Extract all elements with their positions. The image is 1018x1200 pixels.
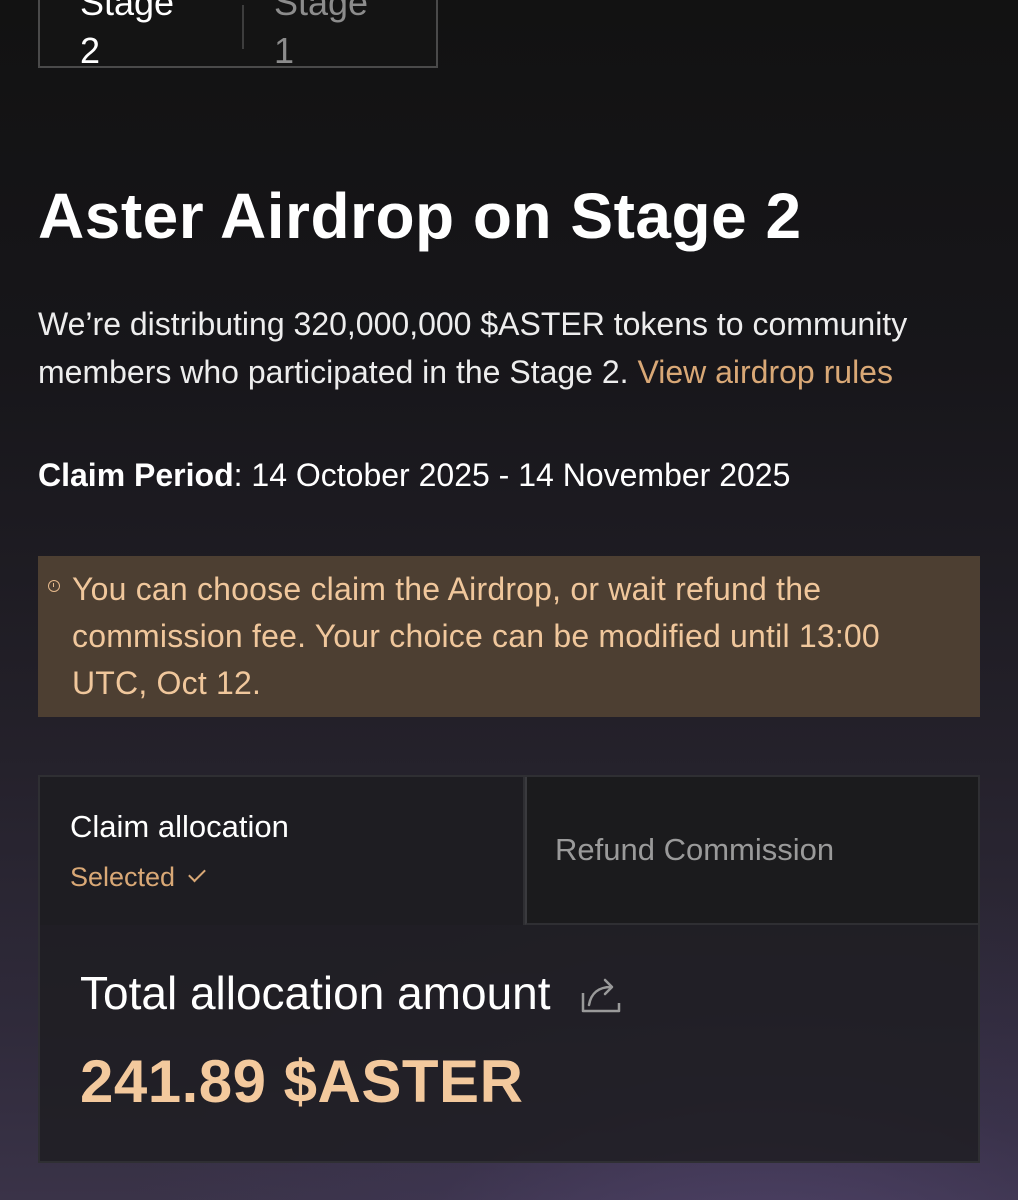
notice-text: You can choose claim the Airdrop, or wai… bbox=[72, 571, 880, 701]
selected-status: Selected bbox=[70, 859, 493, 895]
claim-period: Claim Period: 14 October 2025 - 14 Novem… bbox=[38, 452, 790, 498]
claim-allocation-option[interactable]: Claim allocation Selected bbox=[40, 777, 525, 925]
allocation-label: Total allocation amount bbox=[80, 967, 551, 1019]
allocation-area: Total allocation amount 241.89 $ASTER bbox=[40, 925, 978, 1117]
allocation-label-row: Total allocation amount bbox=[80, 965, 938, 1021]
stage-tabs: Stage 2 Stage 1 bbox=[38, 0, 438, 71]
claim-allocation-title: Claim allocation bbox=[70, 809, 289, 844]
page-title: Aster Airdrop on Stage 2 bbox=[38, 180, 802, 252]
claim-period-value: : 14 October 2025 - 14 November 2025 bbox=[233, 457, 791, 493]
notice-banner: You can choose claim the Airdrop, or wai… bbox=[38, 556, 980, 717]
selected-label: Selected bbox=[70, 862, 176, 892]
airdrop-description: We’re distributing 320,000,000 $ASTER to… bbox=[38, 300, 988, 396]
allocation-card: Claim allocation Selected Refund Commiss… bbox=[38, 775, 980, 1163]
refund-commission-option[interactable]: Refund Commission bbox=[525, 777, 978, 925]
tab-stage-1[interactable]: Stage 1 bbox=[244, 0, 436, 75]
share-icon[interactable] bbox=[579, 971, 623, 1015]
refund-commission-title: Refund Commission bbox=[555, 832, 835, 867]
check-icon bbox=[188, 864, 206, 882]
info-icon bbox=[48, 580, 60, 592]
allocation-amount: 241.89 $ASTER bbox=[80, 1048, 524, 1115]
option-row: Claim allocation Selected Refund Commiss… bbox=[40, 777, 978, 925]
claim-period-label: Claim Period bbox=[38, 457, 234, 493]
view-airdrop-rules-link[interactable]: View airdrop rules bbox=[637, 354, 893, 390]
tab-stage-2[interactable]: Stage 2 bbox=[40, 0, 242, 75]
